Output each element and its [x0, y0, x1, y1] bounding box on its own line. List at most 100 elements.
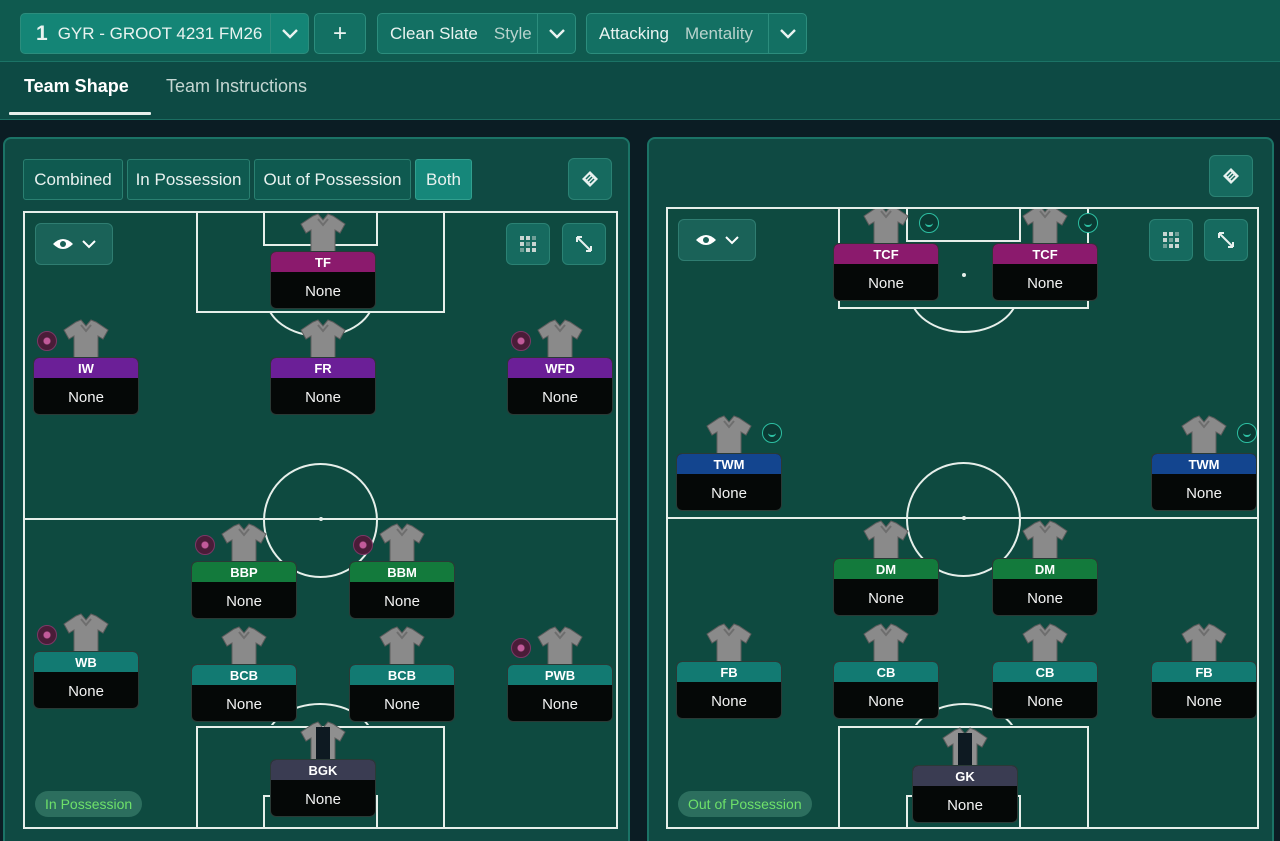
- role-label: TWM: [677, 454, 781, 474]
- shirt-icon: [536, 626, 584, 667]
- player-card[interactable]: WFD None: [507, 357, 613, 415]
- player-slot[interactable]: GK None: [912, 727, 1018, 827]
- view-combined-button[interactable]: Combined: [23, 159, 123, 200]
- player-card[interactable]: WB None: [33, 651, 139, 709]
- visibility-toggle[interactable]: [678, 219, 756, 261]
- grid-icon[interactable]: [506, 223, 550, 265]
- player-slot[interactable]: TF None: [270, 213, 376, 313]
- centre-spot: [319, 517, 323, 521]
- chevron-down-icon[interactable]: [270, 14, 308, 53]
- tab-team-shape[interactable]: Team Shape: [24, 76, 129, 97]
- player-slot[interactable]: BCB None: [349, 626, 455, 726]
- chevron-down-icon: [82, 239, 96, 248]
- player-slot[interactable]: TCF None: [992, 209, 1098, 305]
- player-slot[interactable]: IW None: [33, 319, 139, 419]
- player-name: None: [226, 695, 262, 713]
- player-slot[interactable]: DM None: [992, 520, 1098, 620]
- player-slot[interactable]: BBM None: [349, 523, 455, 623]
- player-slot[interactable]: TCF None: [833, 209, 939, 305]
- player-card[interactable]: BGK None: [270, 759, 376, 817]
- player-card[interactable]: TCF None: [992, 243, 1098, 301]
- active-tab-indicator: [9, 112, 151, 115]
- style-select[interactable]: Clean Slate Style: [377, 13, 576, 54]
- chevron-down-icon[interactable]: [537, 14, 575, 53]
- player-name: None: [305, 282, 341, 300]
- role-label: GK: [913, 766, 1017, 786]
- view-both-button[interactable]: Both: [415, 159, 472, 200]
- player-name: None: [305, 790, 341, 808]
- player-name: None: [711, 692, 747, 710]
- shirt-icon: [705, 415, 753, 456]
- shirt-icon: [1021, 520, 1069, 561]
- shirt-icon: [62, 613, 110, 654]
- player-card[interactable]: CB None: [992, 661, 1098, 719]
- player-slot[interactable]: CB None: [833, 623, 939, 723]
- player-card[interactable]: IW None: [33, 357, 139, 415]
- player-slot[interactable]: FR None: [270, 319, 376, 419]
- shirt-icon: [378, 523, 426, 564]
- player-card[interactable]: DM None: [992, 558, 1098, 616]
- phase-label: Out of Possession: [678, 791, 812, 817]
- player-card[interactable]: BBP None: [191, 561, 297, 619]
- tab-team-instructions[interactable]: Team Instructions: [166, 76, 307, 97]
- eye-icon: [696, 235, 716, 245]
- player-slot[interactable]: BCB None: [191, 626, 297, 726]
- player-card[interactable]: BBM None: [349, 561, 455, 619]
- visibility-toggle[interactable]: [35, 223, 113, 265]
- player-name: None: [542, 388, 578, 406]
- player-name: None: [226, 592, 262, 610]
- player-name: None: [305, 388, 341, 406]
- expand-icon[interactable]: [1204, 219, 1248, 261]
- grid-icon[interactable]: [1149, 219, 1193, 261]
- tactic-select[interactable]: 1 GYR - GROOT 4231 FM26: [20, 13, 309, 54]
- player-card[interactable]: GK None: [912, 765, 1018, 823]
- player-slot[interactable]: PWB None: [507, 626, 613, 726]
- player-slot[interactable]: BGK None: [270, 721, 376, 821]
- view-in-possession-button[interactable]: In Possession: [127, 159, 250, 200]
- plus-icon: +: [332, 19, 347, 47]
- out-of-possession-panel: TCF None TCF None TWM None TWM None DM None DM None…: [647, 137, 1274, 841]
- shirt-icon: [299, 319, 347, 360]
- tab-bar: Team Shape Team Instructions: [0, 62, 1280, 120]
- mentality-select[interactable]: Attacking Mentality: [586, 13, 807, 54]
- expand-icon[interactable]: [562, 223, 606, 265]
- player-slot[interactable]: TWM None: [1151, 415, 1257, 515]
- player-card[interactable]: TCF None: [833, 243, 939, 301]
- player-card[interactable]: TF None: [270, 251, 376, 309]
- player-card[interactable]: FB None: [676, 661, 782, 719]
- add-tactic-button[interactable]: +: [314, 13, 366, 54]
- player-card[interactable]: TWM None: [1151, 453, 1257, 511]
- player-card[interactable]: FB None: [1151, 661, 1257, 719]
- player-slot[interactable]: DM None: [833, 520, 939, 620]
- style-label: Style: [493, 23, 532, 43]
- mentality-badge-icon: [762, 423, 782, 443]
- player-slot[interactable]: FB None: [1151, 623, 1257, 723]
- player-slot[interactable]: TWM None: [676, 415, 782, 515]
- player-slot[interactable]: CB None: [992, 623, 1098, 723]
- player-slot[interactable]: WB None: [33, 613, 139, 713]
- player-card[interactable]: CB None: [833, 661, 939, 719]
- eye-icon: [53, 239, 73, 249]
- role-label: BBM: [350, 562, 454, 582]
- player-card[interactable]: FR None: [270, 357, 376, 415]
- shirt-icon: [1021, 209, 1069, 246]
- pitch-toggle-icon[interactable]: [568, 158, 612, 200]
- player-card[interactable]: BCB None: [349, 664, 455, 722]
- player-slot[interactable]: BBP None: [191, 523, 297, 623]
- player-slot[interactable]: WFD None: [507, 319, 613, 419]
- player-slot[interactable]: FB None: [676, 623, 782, 723]
- player-name: None: [1186, 484, 1222, 502]
- shirt-icon: [378, 626, 426, 667]
- player-card[interactable]: BCB None: [191, 664, 297, 722]
- player-card[interactable]: TWM None: [676, 453, 782, 511]
- shirt-icon: [705, 623, 753, 664]
- player-name: None: [1186, 692, 1222, 710]
- role-label: BCB: [350, 665, 454, 685]
- player-card[interactable]: DM None: [833, 558, 939, 616]
- mentality-value: Attacking: [599, 23, 669, 43]
- player-name: None: [711, 484, 747, 502]
- view-out-of-possession-button[interactable]: Out of Possession: [254, 159, 411, 200]
- pitch-toggle-icon[interactable]: [1209, 155, 1253, 197]
- player-card[interactable]: PWB None: [507, 664, 613, 722]
- chevron-down-icon[interactable]: [768, 14, 806, 53]
